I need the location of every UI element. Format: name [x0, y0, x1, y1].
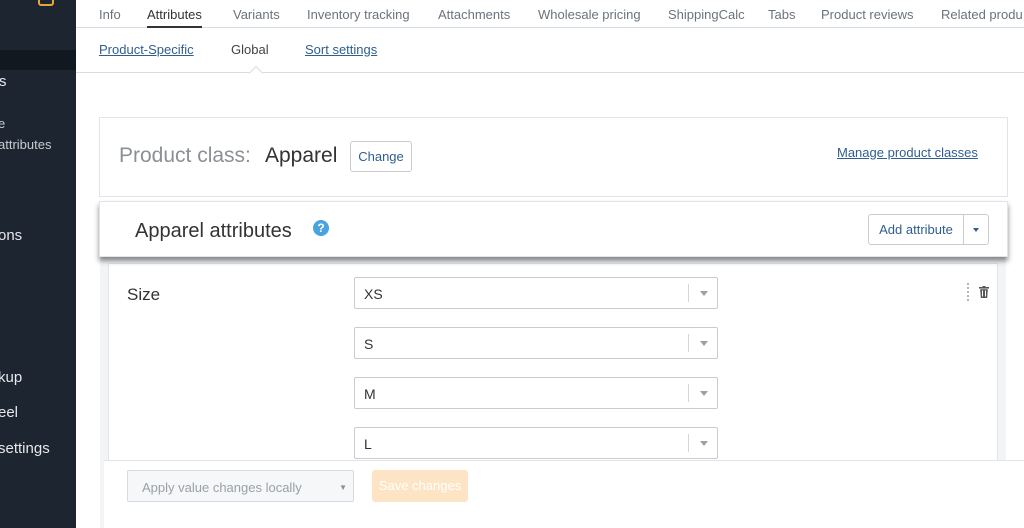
sidebar-item-attributes[interactable]: attributes [0, 137, 51, 152]
attribute-value-select[interactable]: XS [354, 277, 718, 309]
tab-wholesale-pricing[interactable]: Wholesale pricing [538, 7, 641, 22]
sidebar-item-settings[interactable]: settings [0, 440, 50, 457]
product-class-label: Product class: [119, 144, 251, 167]
help-icon[interactable]: ? [313, 220, 329, 236]
attribute-value: L [364, 436, 372, 452]
attribute-value-select[interactable]: M [354, 377, 718, 409]
attribute-subtabs: Product-Specific Global Sort settings [76, 28, 1024, 81]
subtab-global[interactable]: Global [231, 42, 269, 57]
tab-inventory-tracking[interactable]: Inventory tracking [307, 7, 410, 22]
notification-badge[interactable] [38, 0, 54, 6]
subtab-product-specific[interactable]: Product-Specific [99, 42, 194, 57]
sidebar-item-truncated-1[interactable]: s [0, 73, 7, 90]
save-bar: Apply value changes locally ▼ Save chang… [104, 460, 1024, 528]
drag-handle-icon[interactable] [967, 283, 969, 301]
attributes-header: Apparel attributes ? Add attribute [99, 201, 1008, 257]
attribute-value-select[interactable]: S [354, 327, 718, 359]
tab-attachments[interactable]: Attachments [438, 7, 510, 22]
select-divider [688, 434, 689, 452]
chevron-down-icon[interactable]: ▼ [339, 483, 347, 492]
sidebar-item-wheel[interactable]: eel [0, 404, 18, 421]
tab-tabs[interactable]: Tabs [768, 7, 795, 22]
manage-product-classes-link[interactable]: Manage product classes [837, 145, 978, 160]
tab-related-products[interactable]: Related produ [941, 7, 1023, 22]
chevron-down-icon[interactable] [700, 391, 708, 396]
subtab-sort-settings[interactable]: Sort settings [305, 42, 377, 57]
chevron-down-icon[interactable] [700, 341, 708, 346]
attribute-value-select[interactable]: L [354, 427, 718, 459]
select-divider [688, 384, 689, 402]
tab-shippingcalc[interactable]: ShippingCalc [668, 7, 745, 22]
sidebar-active-item[interactable] [0, 50, 76, 70]
product-class-value: Apparel [265, 144, 338, 167]
attributes-title: Apparel attributes [135, 220, 292, 242]
tab-variants[interactable]: Variants [233, 7, 280, 22]
change-class-button[interactable]: Change [350, 141, 412, 172]
active-subtab-caret [248, 65, 264, 81]
save-changes-button[interactable]: Save changes [372, 470, 468, 502]
sidebar-item-markup[interactable]: kup [0, 369, 22, 386]
sidebar-item-options[interactable]: ons [0, 227, 22, 244]
product-class-panel: Product class: Apparel Change Manage pro… [99, 117, 1008, 197]
sidebar-item-truncated-2[interactable]: e [0, 116, 5, 131]
attribute-value: M [364, 386, 376, 402]
main-content: Info Attributes Variants Inventory track… [76, 0, 1024, 528]
select-divider [688, 334, 689, 352]
sidebar: s e attributes ons kup eel settings [0, 0, 76, 528]
apply-changes-value: Apply value changes locally [142, 480, 302, 495]
select-divider [688, 284, 689, 302]
add-attribute-split-button: Add attribute [868, 214, 989, 245]
trash-icon[interactable] [979, 286, 989, 298]
chevron-down-icon[interactable] [700, 441, 708, 446]
add-attribute-button[interactable]: Add attribute [869, 215, 964, 244]
tab-info[interactable]: Info [99, 7, 121, 22]
chevron-down-icon[interactable] [700, 291, 708, 296]
attribute-value: S [364, 336, 374, 352]
attribute-value: XS [364, 286, 383, 302]
product-tabs: Info Attributes Variants Inventory track… [76, 0, 1024, 28]
tab-product-reviews[interactable]: Product reviews [821, 7, 913, 22]
apply-changes-select[interactable]: Apply value changes locally ▼ [127, 470, 354, 502]
attribute-name: Size [127, 285, 161, 304]
add-attribute-dropdown-icon[interactable] [964, 215, 988, 244]
tab-attributes[interactable]: Attributes [147, 7, 202, 28]
